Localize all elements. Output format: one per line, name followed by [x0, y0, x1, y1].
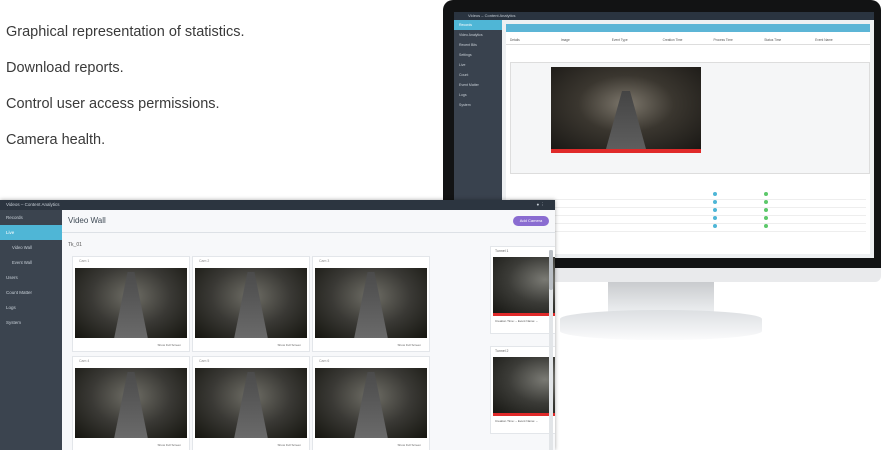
event-card[interactable]: Tunnel 1 Creation Time: – Event Name: – — [490, 246, 555, 334]
main-content: Video Wall Add Camera Tk_01 Cam 1 Show F… — [62, 210, 555, 450]
column-header[interactable]: Process Time — [713, 38, 764, 42]
column-header[interactable]: Details — [510, 38, 561, 42]
sidebar-item-users[interactable]: Users — [0, 270, 62, 285]
user-menu-icon[interactable]: ● ⋮ — [537, 200, 545, 210]
column-header[interactable]: Event Type — [612, 38, 663, 42]
sidebar-item-video-wall[interactable]: Video Wall — [0, 240, 62, 255]
feature-camera-health: Camera health. — [6, 132, 106, 148]
monitor-app-titlebar: Videos – Content Analytics — [454, 12, 874, 20]
event-timeline-bar[interactable] — [551, 149, 701, 153]
event-info: Creation Time: – Event Name: – — [495, 319, 538, 323]
camera-label: Cam 5 — [199, 359, 210, 363]
table-row[interactable] — [510, 200, 866, 208]
column-header[interactable]: Status Time — [764, 38, 815, 42]
fullscreen-link[interactable]: Show Full Screen — [397, 343, 421, 347]
camera-label: Cam 6 — [319, 359, 330, 363]
column-header[interactable]: Image — [561, 38, 612, 42]
fullscreen-link[interactable]: Show Full Screen — [277, 443, 301, 447]
event-info: Creation Time: – Event Name: – — [495, 419, 538, 423]
monitor-side-item[interactable]: Count — [454, 70, 502, 80]
camera-feed — [195, 368, 307, 438]
camera-label: Cam 1 — [79, 259, 90, 263]
table-row[interactable] — [510, 224, 866, 232]
column-header[interactable]: Creation Time — [663, 38, 714, 42]
tunnel-camera-image[interactable] — [551, 67, 701, 149]
scrollbar[interactable] — [549, 250, 553, 450]
event-card[interactable]: Tunnel 2 Creation Time: – Event Name: – — [490, 346, 555, 434]
monitor-side-item[interactable]: Video Analytics — [454, 30, 502, 40]
wall-name: Tk_01 — [68, 242, 82, 248]
monitor-stand-neck — [608, 282, 714, 312]
feature-permissions: Control user access permissions. — [6, 96, 220, 112]
monitor-side-item[interactable]: System — [454, 100, 502, 110]
sidebar-item-records[interactable]: Records — [0, 210, 62, 225]
fullscreen-link[interactable]: Show Full Screen — [277, 343, 301, 347]
video-wall-screenshot: Videos – Content Analytics ● ⋮ Records L… — [0, 200, 555, 450]
monitor-side-item[interactable]: Event Matter — [454, 80, 502, 90]
table-row[interactable] — [510, 208, 866, 216]
event-timeline-bar — [493, 313, 555, 316]
monitor-event-rows — [510, 192, 866, 232]
sidebar-item-live[interactable]: Live — [0, 225, 62, 240]
sidebar-item-count-matter[interactable]: Count Matter — [0, 285, 62, 300]
app-title: Videos – Content Analytics — [6, 202, 60, 207]
table-row[interactable] — [510, 192, 866, 200]
camera-label: Cam 4 — [79, 359, 90, 363]
event-snapshot — [493, 257, 555, 313]
event-snapshot — [493, 357, 555, 413]
app-titlebar: Videos – Content Analytics ● ⋮ — [0, 200, 555, 210]
camera-label: Cam 3 — [319, 259, 330, 263]
camera-cell[interactable]: Cam 4 Show Full Screen — [72, 356, 190, 450]
monitor-table-header: Details Image Event Type Creation Time P… — [506, 32, 870, 45]
camera-cell[interactable]: Cam 6 Show Full Screen — [312, 356, 430, 450]
fullscreen-link[interactable]: Show Full Screen — [157, 343, 181, 347]
camera-feed — [195, 268, 307, 338]
camera-cell[interactable]: Cam 3 Show Full Screen — [312, 256, 430, 352]
monitor-side-item[interactable]: Live — [454, 60, 502, 70]
camera-cell[interactable]: Cam 2 Show Full Screen — [192, 256, 310, 352]
add-camera-button[interactable]: Add Camera — [513, 216, 549, 226]
camera-feed — [75, 368, 187, 438]
camera-cell[interactable]: Cam 1 Show Full Screen — [72, 256, 190, 352]
monitor-side-item[interactable]: Settings — [454, 50, 502, 60]
camera-feed — [75, 268, 187, 338]
road-shape — [606, 91, 646, 149]
scrollbar-thumb[interactable] — [549, 250, 553, 290]
feature-reports: Download reports. — [6, 60, 124, 76]
monitor-stand-base — [560, 310, 762, 340]
event-card-label: Tunnel 2 — [495, 349, 509, 353]
page-header: Video Wall Add Camera — [62, 210, 555, 233]
page-title: Video Wall — [68, 216, 106, 225]
sidebar: Records Live Video Wall Event Wall Users… — [0, 210, 62, 450]
fullscreen-link[interactable]: Show Full Screen — [157, 443, 181, 447]
camera-cell[interactable]: Cam 5 Show Full Screen — [192, 356, 310, 450]
camera-feed — [315, 268, 427, 338]
event-timeline-bar — [493, 413, 555, 416]
camera-feed — [315, 368, 427, 438]
feature-statistics: Graphical representation of statistics. — [6, 24, 245, 40]
monitor-header: Camera Analytics Details — [506, 24, 870, 38]
event-panel: Tunnel 1 Creation Time: – Event Name: – … — [490, 246, 555, 450]
monitor-side-item[interactable]: Logs — [454, 90, 502, 100]
sidebar-item-logs[interactable]: Logs — [0, 300, 62, 315]
sidebar-item-system[interactable]: System — [0, 315, 62, 330]
camera-label: Cam 2 — [199, 259, 210, 263]
column-header[interactable]: Event Name — [815, 38, 866, 42]
monitor-app-title: Videos – Content Analytics — [468, 13, 516, 18]
monitor-side-item[interactable]: Records — [454, 20, 502, 30]
feature-list: Graphical representation of statistics. … — [6, 20, 245, 164]
table-row[interactable] — [510, 216, 866, 224]
monitor-main: Camera Analytics Details Details Image E… — [506, 24, 870, 254]
monitor-side-item[interactable]: Recent Bits — [454, 40, 502, 50]
event-card-label: Tunnel 1 — [495, 249, 509, 253]
fullscreen-link[interactable]: Show Full Screen — [397, 443, 421, 447]
monitor-event-detail — [510, 62, 870, 174]
sidebar-item-event-wall[interactable]: Event Wall — [0, 255, 62, 270]
